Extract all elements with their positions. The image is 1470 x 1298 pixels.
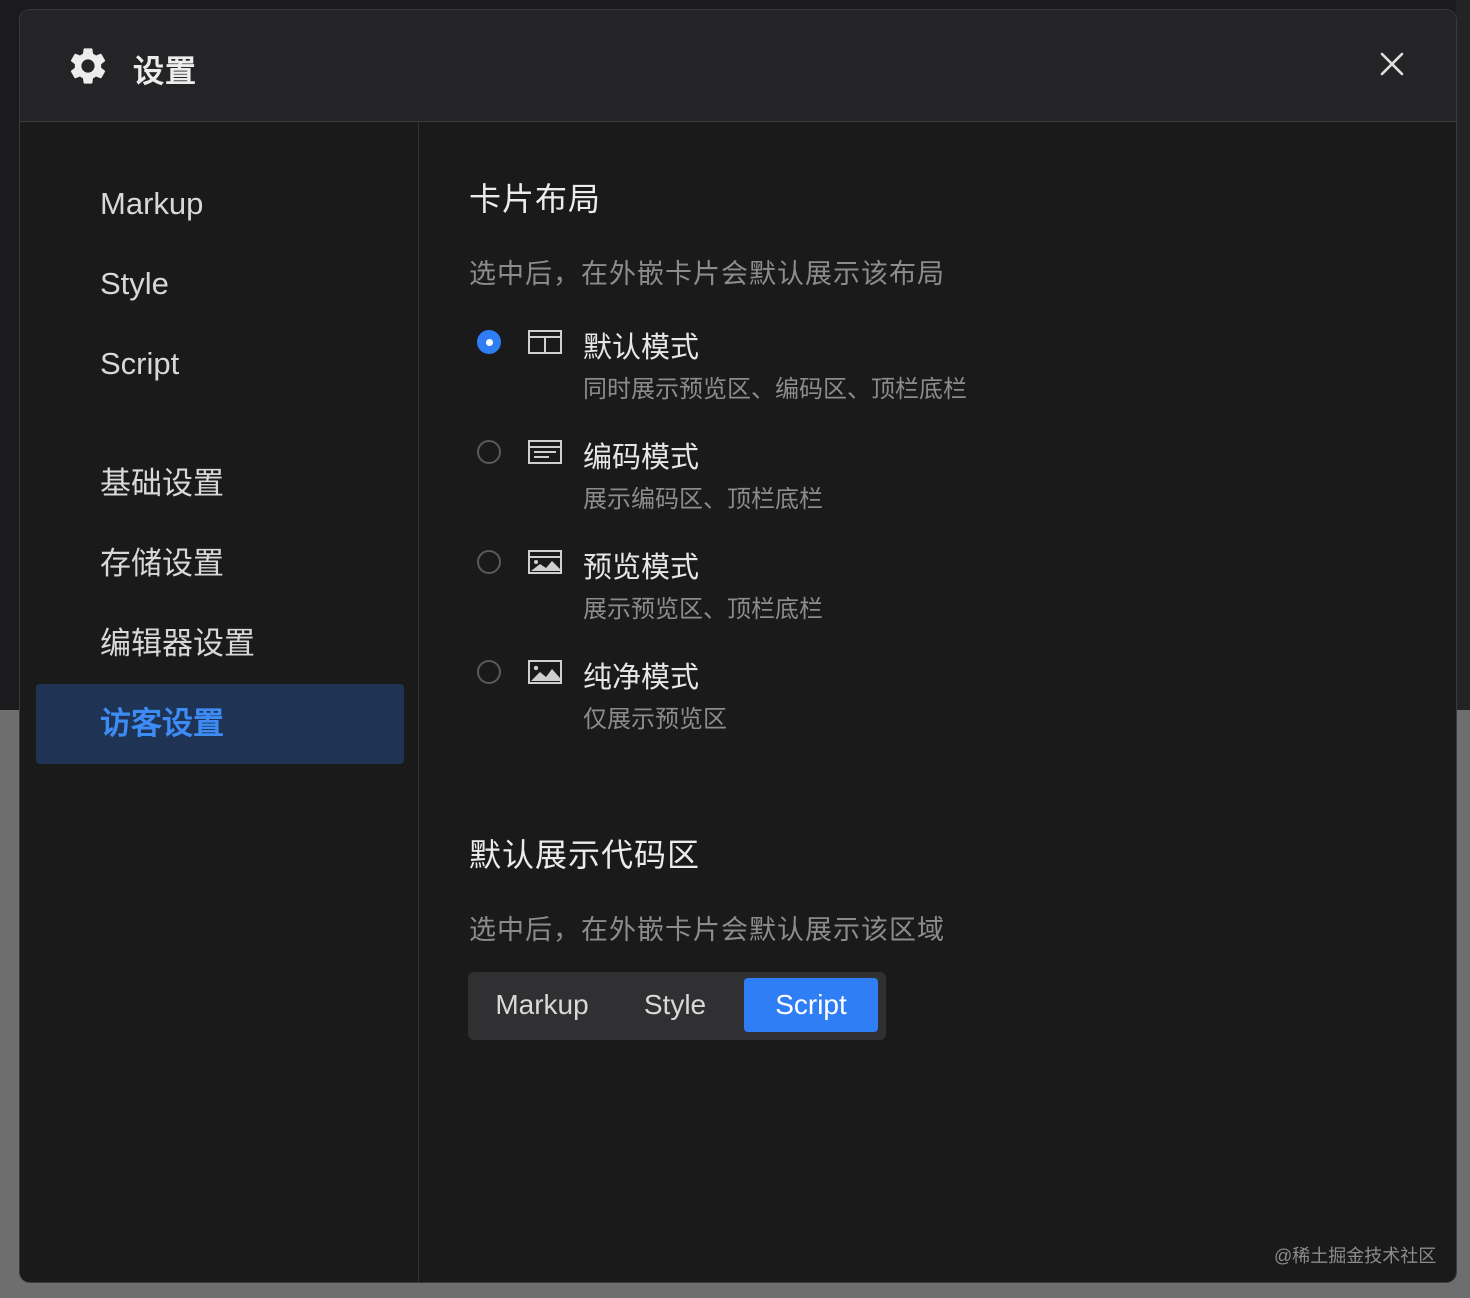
- image-icon: [528, 550, 562, 574]
- sidebar-item-editor[interactable]: 编辑器设置: [36, 604, 404, 684]
- code-section-description: 选中后，在外嵌卡片会默认展示该区域: [469, 915, 945, 945]
- settings-sidebar: Markup Style Script 基础设置 存储设置 编辑器设置 访客设置: [20, 122, 419, 1282]
- layout-section-title: 卡片布局: [469, 181, 602, 217]
- tab-script[interactable]: Script: [744, 978, 878, 1032]
- tab-style[interactable]: Style: [620, 978, 730, 1032]
- background-edge: [1456, 0, 1470, 710]
- sidebar-item-label: 访客设置: [100, 706, 224, 741]
- radio-button[interactable]: [477, 330, 501, 354]
- sidebar-item-label: Script: [100, 346, 180, 381]
- radio-button[interactable]: [477, 660, 501, 684]
- option-title: 编码模式: [583, 442, 700, 474]
- sidebar-item-markup[interactable]: Markup: [36, 164, 404, 244]
- settings-dialog: 设置 Markup Style Script 基础设置 存储设置 编辑器设置 访…: [20, 10, 1456, 1282]
- code-lines-icon: [528, 440, 562, 464]
- option-description: 同时展示预览区、编码区、顶栏底栏: [583, 376, 967, 403]
- gear-icon: [70, 48, 106, 84]
- sidebar-item-style[interactable]: Style: [36, 244, 404, 324]
- sidebar-item-script[interactable]: Script: [36, 324, 404, 404]
- layout-option-pure[interactable]: 纯净模式 仅展示预览区: [477, 654, 1037, 744]
- sidebar-item-label: 存储设置: [100, 546, 224, 581]
- split-pane-icon: [528, 330, 562, 354]
- dialog-header: 设置: [20, 10, 1456, 122]
- sidebar-item-visitor[interactable]: 访客设置: [36, 684, 404, 764]
- settings-content: 卡片布局 选中后，在外嵌卡片会默认展示该布局 默认模式 同时展示预览区、编码区、…: [419, 122, 1456, 1282]
- sidebar-item-storage[interactable]: 存储设置: [36, 524, 404, 604]
- sidebar-item-label: 编辑器设置: [100, 626, 255, 661]
- sidebar-item-label: Style: [100, 266, 169, 301]
- image-icon: [528, 660, 562, 684]
- code-area-segmented-control: Markup Style Script: [468, 972, 886, 1040]
- radio-button[interactable]: [477, 440, 501, 464]
- option-title: 纯净模式: [583, 662, 700, 694]
- close-icon[interactable]: [1376, 48, 1408, 80]
- code-section-title: 默认展示代码区: [469, 837, 701, 873]
- tab-markup[interactable]: Markup: [482, 978, 602, 1032]
- radio-button[interactable]: [477, 550, 501, 574]
- option-description: 展示预览区、顶栏底栏: [583, 596, 823, 623]
- option-title: 默认模式: [583, 332, 700, 364]
- layout-option-preview[interactable]: 预览模式 展示预览区、顶栏底栏: [477, 544, 1037, 634]
- sidebar-item-label: Markup: [100, 186, 204, 221]
- watermark: @稀土掘金技术社区: [1274, 1246, 1437, 1266]
- dialog-title: 设置: [133, 54, 197, 89]
- layout-option-default[interactable]: 默认模式 同时展示预览区、编码区、顶栏底栏: [477, 324, 1037, 414]
- layout-option-code[interactable]: 编码模式 展示编码区、顶栏底栏: [477, 434, 1037, 524]
- option-description: 仅展示预览区: [583, 706, 727, 733]
- option-title: 预览模式: [583, 552, 700, 584]
- option-description: 展示编码区、顶栏底栏: [583, 486, 823, 513]
- sidebar-item-label: 基础设置: [100, 466, 224, 501]
- layout-section-description: 选中后，在外嵌卡片会默认展示该布局: [469, 259, 945, 289]
- sidebar-item-basic[interactable]: 基础设置: [36, 444, 404, 524]
